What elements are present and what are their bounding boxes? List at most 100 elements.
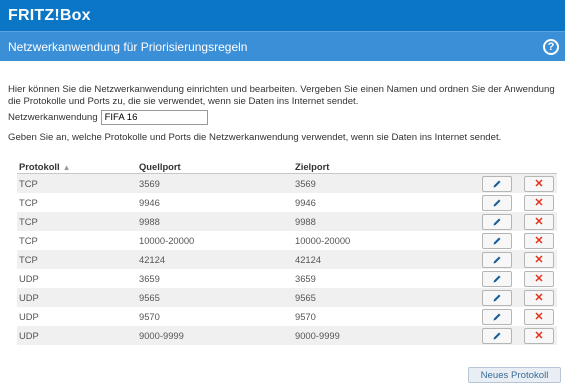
cell-dest-port: 9570 — [295, 311, 316, 322]
cell-dest-port: 9988 — [293, 212, 451, 231]
delete-button[interactable]: ✕︎ — [524, 327, 554, 344]
cell-protocol: UDP — [19, 273, 39, 284]
cell-protocol: TCP — [19, 197, 38, 208]
sort-icon[interactable]: ▲︎ — [63, 163, 71, 172]
pencil-icon — [492, 274, 502, 284]
close-icon: ✕︎ — [534, 311, 544, 323]
edit-button[interactable] — [482, 308, 512, 325]
header-dest-port: Zielport — [293, 159, 451, 174]
page-title: Netzwerkanwendung für Priorisierungsrege… — [8, 39, 248, 54]
pencil-icon — [492, 293, 502, 303]
close-icon: ✕︎ — [534, 178, 544, 190]
close-icon: ✕︎ — [534, 197, 544, 209]
header-protocol-label: Protokoll — [19, 160, 60, 172]
pencil-icon — [492, 331, 502, 341]
close-icon: ✕︎ — [534, 254, 544, 266]
cell-actions: ✕︎ — [451, 212, 557, 231]
pencil-icon — [492, 179, 502, 189]
edit-button[interactable] — [482, 194, 512, 211]
delete-button[interactable]: ✕︎ — [524, 213, 554, 230]
delete-button[interactable]: ✕︎ — [524, 194, 554, 211]
edit-button[interactable] — [482, 232, 512, 249]
table-row: TCP 42124 42124 ✕︎ — [17, 250, 557, 269]
edit-button[interactable] — [482, 327, 512, 344]
cell-actions: ✕︎ — [451, 250, 557, 269]
app-name-input[interactable] — [100, 110, 208, 125]
delete-button[interactable]: ✕︎ — [524, 232, 554, 249]
table-header-row: Protokoll ▲︎ Quellport Zielport — [17, 159, 557, 174]
cell-dest-port: 3659 — [295, 273, 316, 284]
close-icon: ✕︎ — [534, 330, 544, 342]
table-row: UDP 9570 9570 ✕︎ — [17, 307, 557, 326]
header-protocol[interactable]: Protokoll ▲︎ — [17, 159, 137, 174]
close-icon: ✕︎ — [534, 273, 544, 285]
cell-source-port: 9565 — [137, 288, 293, 307]
pencil-icon — [492, 198, 502, 208]
main-content: Hier können Sie die Netzwerkanwendung ei… — [0, 61, 565, 144]
table-row: TCP 9946 9946 ✕︎ — [17, 193, 557, 212]
pencil-icon — [492, 255, 502, 265]
close-icon: ✕︎ — [534, 216, 544, 228]
cell-protocol: TCP — [19, 235, 38, 246]
cell-protocol: UDP — [19, 311, 39, 322]
cell-dest-port: 9946 — [295, 197, 316, 208]
cell-actions: ✕︎ — [451, 193, 557, 212]
cell-protocol: UDP — [17, 326, 137, 345]
table-row: TCP 10000-20000 10000-20000 ✕︎ — [17, 231, 557, 250]
cell-protocol: TCP — [17, 250, 137, 269]
brand-logo: FRITZ!Box — [8, 6, 91, 24]
intro-text: Hier können Sie die Netzwerkanwendung ei… — [8, 84, 555, 107]
cell-source-port: 3569 — [137, 173, 293, 193]
table-row: UDP 9000-9999 9000-9999 ✕︎ — [17, 326, 557, 345]
delete-button[interactable]: ✕︎ — [524, 251, 554, 268]
close-icon: ✕︎ — [534, 292, 544, 304]
cell-protocol: UDP — [17, 288, 137, 307]
pencil-icon — [492, 236, 502, 246]
protocol-rows: TCP 3569 3569 ✕︎ TCP 9946 9946 ✕︎ TCP 9988 9988 ✕︎ T… — [17, 173, 557, 345]
help-icon[interactable]: ? — [543, 38, 559, 55]
edit-button[interactable] — [482, 251, 512, 268]
app-name-row: Netzwerkanwendung — [8, 110, 557, 125]
cell-actions: ✕︎ — [451, 288, 557, 307]
cell-dest-port: 3569 — [293, 173, 451, 193]
table-row: UDP 9565 9565 ✕︎ — [17, 288, 557, 307]
cell-dest-port: 10000-20000 — [295, 235, 351, 246]
close-icon: ✕︎ — [534, 235, 544, 247]
cell-actions: ✕︎ — [451, 269, 557, 288]
cell-dest-port: 9000-9999 — [293, 326, 451, 345]
cell-source-port: 9946 — [139, 197, 160, 208]
cell-source-port: 9570 — [139, 311, 160, 322]
edit-button[interactable] — [482, 289, 512, 306]
table-row: TCP 3569 3569 ✕︎ — [17, 173, 557, 193]
edit-button[interactable] — [482, 213, 512, 230]
delete-button[interactable]: ✕︎ — [524, 175, 554, 192]
table-row: TCP 9988 9988 ✕︎ — [17, 212, 557, 231]
cell-source-port: 42124 — [137, 250, 293, 269]
edit-button[interactable] — [482, 270, 512, 287]
cell-dest-port: 42124 — [293, 250, 451, 269]
edit-button[interactable] — [482, 175, 512, 192]
cell-source-port: 3659 — [139, 273, 160, 284]
table-row: UDP 3659 3659 ✕︎ — [17, 269, 557, 288]
cell-dest-port: 9565 — [293, 288, 451, 307]
cell-actions: ✕︎ — [451, 326, 557, 345]
protocol-table: Protokoll ▲︎ Quellport Zielport TCP 3569 35… — [17, 159, 557, 345]
pencil-icon — [492, 217, 502, 227]
brand-bar: FRITZ!Box — [0, 0, 565, 31]
cell-actions: ✕︎ — [451, 231, 557, 250]
new-protocol-button[interactable]: Neues Protokoll — [468, 367, 561, 383]
hint-text: Geben Sie an, welche Protokolle und Port… — [8, 132, 502, 143]
cell-actions: ✕︎ — [451, 173, 557, 193]
header-source-port: Quellport — [137, 159, 293, 174]
app-name-label: Netzwerkanwendung — [8, 111, 98, 123]
delete-button[interactable]: ✕︎ — [524, 308, 554, 325]
delete-button[interactable]: ✕︎ — [524, 289, 554, 306]
cell-source-port: 9000-9999 — [137, 326, 293, 345]
pencil-icon — [492, 312, 502, 322]
cell-source-port: 10000-20000 — [139, 235, 195, 246]
delete-button[interactable]: ✕︎ — [524, 270, 554, 287]
cell-protocol: TCP — [17, 212, 137, 231]
cell-source-port: 9988 — [137, 212, 293, 231]
title-bar: Netzwerkanwendung für Priorisierungsrege… — [0, 31, 565, 61]
header-actions — [451, 159, 557, 174]
